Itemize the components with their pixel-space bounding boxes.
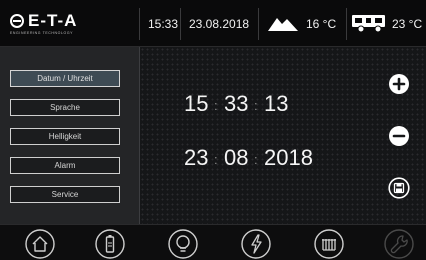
menu-item-date-time[interactable]: Datum / Uhrzeit (10, 70, 120, 87)
date-separator: : (214, 152, 218, 167)
eta-logo-mark-icon (10, 14, 24, 28)
mountain-icon (268, 18, 298, 31)
brand-name: E-T-A (28, 11, 78, 30)
day-field[interactable]: 23 (184, 145, 208, 171)
clock-display: 15:33 (148, 17, 179, 31)
year-field[interactable]: 2018 (264, 145, 313, 171)
minutes-field[interactable]: 33 (224, 91, 248, 117)
menu-item-language[interactable]: Sprache (10, 99, 120, 116)
caravan-icon (352, 15, 385, 33)
divider (258, 8, 259, 40)
divider (139, 8, 140, 40)
divider (180, 8, 181, 40)
wrench-icon (384, 229, 414, 259)
brand-tagline: ENGINEERING TECHNOLOGY (10, 31, 74, 35)
seconds-field[interactable]: 13 (264, 91, 288, 117)
bottom-navigation (0, 224, 426, 260)
floppy-disk-icon[interactable] (388, 177, 410, 199)
heater-icon[interactable] (313, 228, 345, 260)
battery-icon[interactable] (94, 228, 126, 260)
outdoor-temperature: 16 °C (306, 17, 337, 31)
date-display: 23.08.2018 (189, 17, 250, 31)
divider (346, 8, 347, 40)
menu-item-brightness[interactable]: Helligkeit (10, 128, 120, 145)
menu-item-alarm[interactable]: Alarm (10, 157, 120, 174)
light-bulb-icon[interactable] (167, 228, 199, 260)
menu-item-service[interactable]: Service (10, 186, 120, 203)
settings-menu: Datum / Uhrzeit Sprache Helligkeit Alarm… (0, 47, 140, 224)
top-status-bar: E-T-A ENGINEERING TECHNOLOGY 15:33 23.08… (0, 0, 426, 47)
home-icon[interactable] (24, 228, 56, 260)
date-separator: : (254, 152, 258, 167)
time-separator: : (214, 98, 218, 113)
power-lightning-icon[interactable] (240, 228, 272, 260)
plus-circle-icon[interactable] (388, 73, 410, 95)
time-separator: : (254, 98, 258, 113)
indoor-temperature: 23 °C (392, 17, 423, 31)
month-field[interactable]: 08 (224, 145, 248, 171)
hours-field[interactable]: 15 (184, 91, 208, 117)
minus-circle-icon[interactable] (388, 125, 410, 147)
date-time-panel: 15 : 33 : 13 23 : 08 : 2018 (140, 47, 426, 224)
